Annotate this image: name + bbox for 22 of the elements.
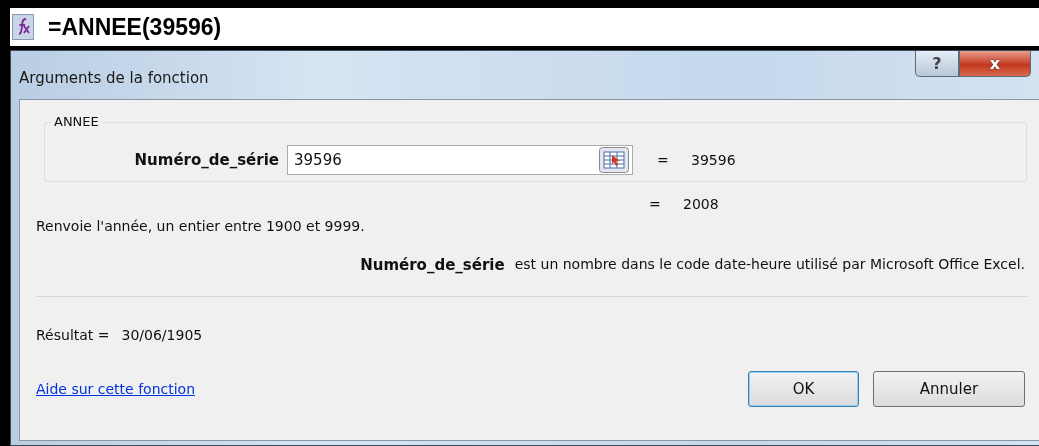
argument-field[interactable]: 39596	[287, 145, 633, 175]
collapse-dialog-icon[interactable]	[599, 147, 629, 173]
close-button[interactable]: x	[959, 51, 1031, 77]
argument-description: est un nombre dans le code date-heure utilisé par Microsoft Office Excel.	[514, 256, 1025, 274]
help-button[interactable]: ?	[915, 51, 959, 77]
group-title: ANNEE	[51, 114, 102, 129]
result-value: 30/06/1905	[121, 327, 203, 343]
argument-value: 39596	[691, 152, 736, 168]
window-title: Arguments de la fonction	[19, 69, 209, 87]
dialog-button[interactable]: Annuler	[873, 371, 1025, 407]
function-icon[interactable]	[12, 14, 34, 40]
argument-name: Numéro_de_série	[360, 256, 505, 274]
function-value: 2008	[683, 196, 719, 212]
argument-label: Numéro_de_série	[133, 151, 280, 169]
equals-sign: =	[649, 196, 662, 212]
function-description: Renvoie l'année, un entier entre 1900 et 9999.	[36, 218, 366, 234]
result-label: Résultat =	[36, 327, 110, 343]
help-link[interactable]: Aide sur cette fonction	[36, 381, 196, 397]
formula-text[interactable]: =ANNEE(39596)	[48, 13, 222, 41]
equals-sign: =	[657, 152, 670, 168]
field-value: 39596	[294, 151, 342, 169]
dialog-button[interactable]: OK	[748, 371, 859, 407]
